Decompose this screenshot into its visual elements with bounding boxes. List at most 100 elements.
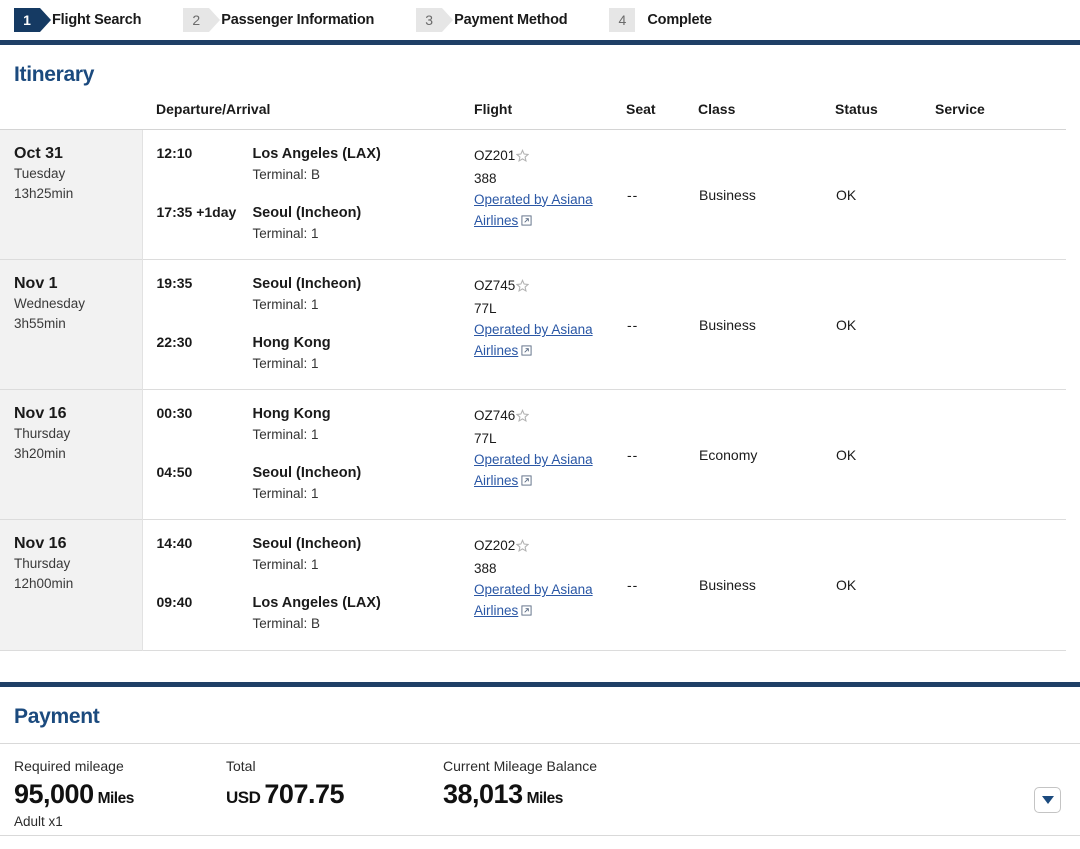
col-date xyxy=(0,101,142,130)
step-payment-method[interactable]: 3 Payment Method xyxy=(416,8,568,32)
itinerary-duration: 13h25min xyxy=(14,185,74,201)
departure-line: 00:30 Hong Kong Terminal: 1 xyxy=(143,404,475,445)
col-service: Service xyxy=(935,101,1067,130)
itinerary-flight-cell: OZ201 388 Operated by Asiana Airlines xyxy=(474,130,626,260)
itinerary-date: Nov 16 xyxy=(14,405,67,423)
step-3-number: 3 xyxy=(416,8,454,32)
itinerary-table-body: Oct 31 Tuesday 13h25min 12:10 Los Angeles (L… xyxy=(0,129,1067,651)
payment-title: Payment xyxy=(14,704,100,728)
departure-line: 12:10 Los Angeles (LAX) Terminal: B xyxy=(143,144,475,185)
arrival-airport: Hong Kong xyxy=(252,334,331,351)
departure-line: 14:40 Seoul (Incheon) Terminal: 1 xyxy=(143,534,475,575)
payment-header: Payment xyxy=(0,687,1080,744)
col-seat: Seat xyxy=(626,101,699,130)
balance-value: 38,013 Miles xyxy=(443,779,843,810)
itinerary-weekday: Wednesday xyxy=(14,296,86,312)
payment-summary: Required mileage 95,000 Miles Adult x1 To… xyxy=(0,744,1080,836)
status-value: OK xyxy=(836,577,857,594)
arrival-time: 17:35 +1day xyxy=(156,203,237,220)
departure-terminal: Terminal: 1 xyxy=(252,427,319,443)
class-value: Business xyxy=(699,186,756,203)
step-flight-search[interactable]: 1 Flight Search xyxy=(14,8,141,32)
departure-airport: Seoul (Incheon) xyxy=(252,276,362,293)
required-mileage-number: 95,000 xyxy=(14,778,94,809)
service-value xyxy=(935,520,1066,650)
itinerary-flight-cell: OZ746 77L Operated by Asiana Airlines xyxy=(474,390,626,520)
external-link-icon xyxy=(521,212,532,233)
itinerary-date-cell: Nov 16 Thursday 12h00min xyxy=(0,519,143,651)
itinerary-date: Nov 1 xyxy=(14,275,58,293)
arrival-time: 22:30 xyxy=(156,333,193,350)
itinerary-segment-cell: 19:35 Seoul (Incheon) Terminal: 1 22:30 Hong… xyxy=(142,260,474,390)
table-row: Oct 31 Tuesday 13h25min 12:10 Los Angeles (L… xyxy=(0,129,1067,260)
operated-by-link[interactable]: Operated by Asiana Airlines xyxy=(474,582,593,618)
required-mileage-label: Required mileage xyxy=(14,757,124,774)
external-link-icon xyxy=(521,602,532,623)
arrival-line: 04:50 Seoul (Incheon) Terminal: 1 xyxy=(143,463,475,504)
arrival-line: 22:30 Hong Kong Terminal: 1 xyxy=(143,333,475,374)
departure-time: 19:35 xyxy=(156,275,193,292)
flight-number: OZ201 xyxy=(474,146,618,169)
status-value: OK xyxy=(836,186,857,203)
passenger-count-note: Adult x1 xyxy=(14,813,63,829)
seat-value: -- xyxy=(627,446,639,463)
step-1-number: 1 xyxy=(14,8,51,32)
arrival-airport: Seoul (Incheon) xyxy=(252,204,362,221)
star-icon xyxy=(515,278,530,299)
total-value: USD 707.75 xyxy=(226,779,443,810)
seat-value: -- xyxy=(627,577,639,594)
class-value: Economy xyxy=(699,446,758,463)
aircraft-type: 77L xyxy=(474,301,497,317)
table-row: Nov 1 Wednesday 3h55min 19:35 Seoul (Incheon… xyxy=(0,259,1067,390)
step-passenger-information[interactable]: 2 Passenger Information xyxy=(183,8,374,32)
step-4-label: Complete xyxy=(647,12,712,28)
itinerary-flight-cell: OZ202 388 Operated by Asiana Airlines xyxy=(474,520,626,650)
flight-number: OZ746 xyxy=(474,406,618,429)
balance-number: 38,013 xyxy=(443,778,523,809)
star-icon xyxy=(515,148,530,169)
plus-day-flag: +1day xyxy=(196,203,237,220)
departure-airport: Hong Kong xyxy=(252,406,331,423)
operated-by-link[interactable]: Operated by Asiana Airlines xyxy=(474,322,593,358)
arrival-airport: Los Angeles (LAX) xyxy=(252,595,381,612)
payment-expand-button[interactable] xyxy=(1034,786,1061,813)
arrival-line: 17:35 +1day Seoul (Incheon) Terminal: 1 xyxy=(143,203,475,244)
chevron-down-icon xyxy=(1041,795,1054,804)
arrival-airport: Seoul (Incheon) xyxy=(252,464,362,481)
arrival-terminal: Terminal: B xyxy=(252,616,321,632)
itinerary-segment-cell: 12:10 Los Angeles (LAX) Terminal: B 17:35 +… xyxy=(142,130,474,260)
service-value xyxy=(935,130,1066,260)
departure-airport: Los Angeles (LAX) xyxy=(252,146,381,162)
itinerary-date-cell: Nov 16 Thursday 3h20min xyxy=(0,389,143,520)
col-flight: Flight xyxy=(474,101,627,130)
payment-total: Total USD 707.75 xyxy=(226,758,443,810)
arrival-terminal: Terminal: 1 xyxy=(252,355,319,371)
operated-by-link[interactable]: Operated by Asiana Airlines xyxy=(474,452,593,488)
itinerary-duration: 3h20min xyxy=(14,445,66,461)
itinerary-duration: 3h55min xyxy=(14,315,66,331)
itinerary-date-cell: Nov 1 Wednesday 3h55min xyxy=(0,259,143,390)
service-value xyxy=(935,260,1066,390)
star-icon xyxy=(515,538,530,559)
step-complete[interactable]: 4 Complete xyxy=(609,8,712,32)
seat-value: -- xyxy=(627,186,639,203)
itinerary-weekday: Thursday xyxy=(14,426,71,442)
flight-number: OZ745 xyxy=(474,276,618,299)
total-amount: 707.75 xyxy=(264,778,344,809)
itinerary-date: Nov 16 xyxy=(14,535,67,553)
operated-by-link[interactable]: Operated by Asiana Airlines xyxy=(474,192,593,228)
itinerary-date-cell: Oct 31 Tuesday 13h25min xyxy=(0,129,143,260)
step-2-number: 2 xyxy=(183,8,221,32)
departure-terminal: Terminal: B xyxy=(252,167,321,183)
departure-airport: Seoul (Incheon) xyxy=(252,536,362,553)
itinerary-date: Oct 31 xyxy=(14,145,63,162)
step-3-label: Payment Method xyxy=(454,12,568,28)
payment-mileage-balance: Current Mileage Balance 38,013 Miles xyxy=(443,758,843,810)
aircraft-type: 77L xyxy=(474,431,497,447)
step-4-number: 4 xyxy=(609,8,636,32)
step-1-label: Flight Search xyxy=(52,12,142,28)
total-currency: USD xyxy=(226,787,261,807)
arrival-terminal: Terminal: 1 xyxy=(252,485,319,501)
class-value: Business xyxy=(699,316,756,333)
service-value xyxy=(935,390,1066,520)
